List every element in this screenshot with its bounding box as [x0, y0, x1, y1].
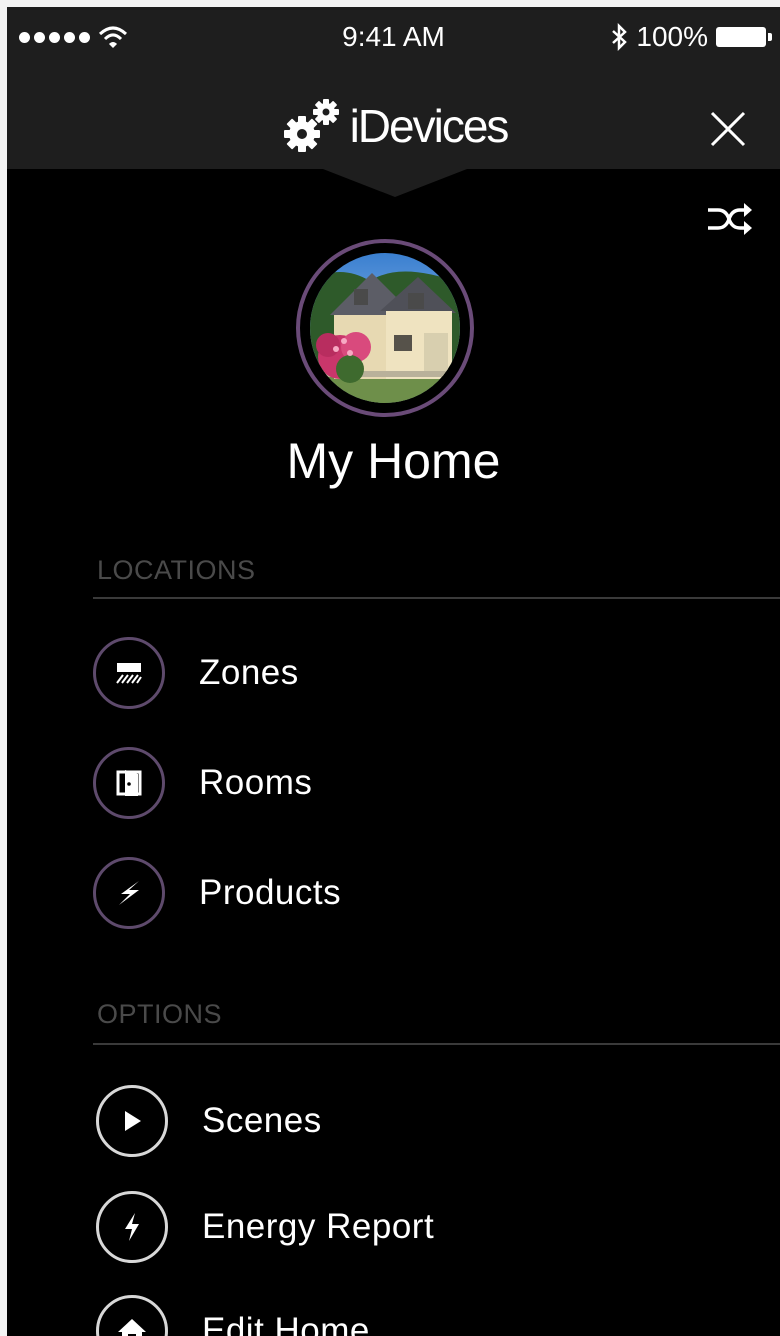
menu-label: Products [199, 873, 342, 912]
menu-item-zones[interactable]: Zones [93, 635, 693, 711]
section-label-options: OPTIONS [97, 999, 223, 1029]
zones-icon [93, 637, 165, 709]
menu-item-energy-report[interactable]: Energy Report [96, 1189, 696, 1265]
house-photo [310, 253, 460, 403]
phone-screen: 9:41 AM 100% iDevices My Home LOCATIONS … [7, 7, 780, 1336]
home-avatar-ring[interactable] [296, 239, 474, 417]
menu-label: Edit Home [202, 1311, 370, 1336]
home-name: My Home [286, 433, 501, 489]
section-label-locations: LOCATIONS [97, 555, 256, 585]
menu-label: Scenes [202, 1101, 322, 1140]
brand-name: iDevices [349, 100, 510, 152]
products-plug-icon [93, 857, 165, 929]
status-bar: 9:41 AM 100% [7, 7, 780, 69]
home-avatar [310, 253, 460, 403]
menu-item-edit-home[interactable]: Edit Home [96, 1293, 696, 1336]
play-icon [96, 1085, 168, 1157]
gears-icon [283, 99, 339, 152]
divider [93, 597, 780, 599]
menu-label: Energy Report [202, 1207, 435, 1246]
switch-home-icon[interactable] [704, 197, 754, 241]
brand-logo: iDevices [7, 91, 780, 161]
menu-item-scenes[interactable]: Scenes [96, 1083, 696, 1159]
battery-percent: 100% [636, 21, 708, 52]
divider [93, 1043, 780, 1045]
menu-label: Zones [199, 653, 299, 692]
close-icon[interactable] [706, 107, 750, 151]
lightning-icon [96, 1191, 168, 1263]
status-right: 100% [610, 21, 772, 53]
menu-item-products[interactable]: Products [93, 855, 693, 931]
app-header: iDevices [7, 69, 780, 235]
bluetooth-icon [612, 23, 628, 51]
menu-item-rooms[interactable]: Rooms [93, 745, 693, 821]
rooms-door-icon [93, 747, 165, 819]
home-icon [96, 1295, 168, 1336]
menu-label: Rooms [199, 763, 313, 802]
battery-icon [716, 27, 772, 47]
